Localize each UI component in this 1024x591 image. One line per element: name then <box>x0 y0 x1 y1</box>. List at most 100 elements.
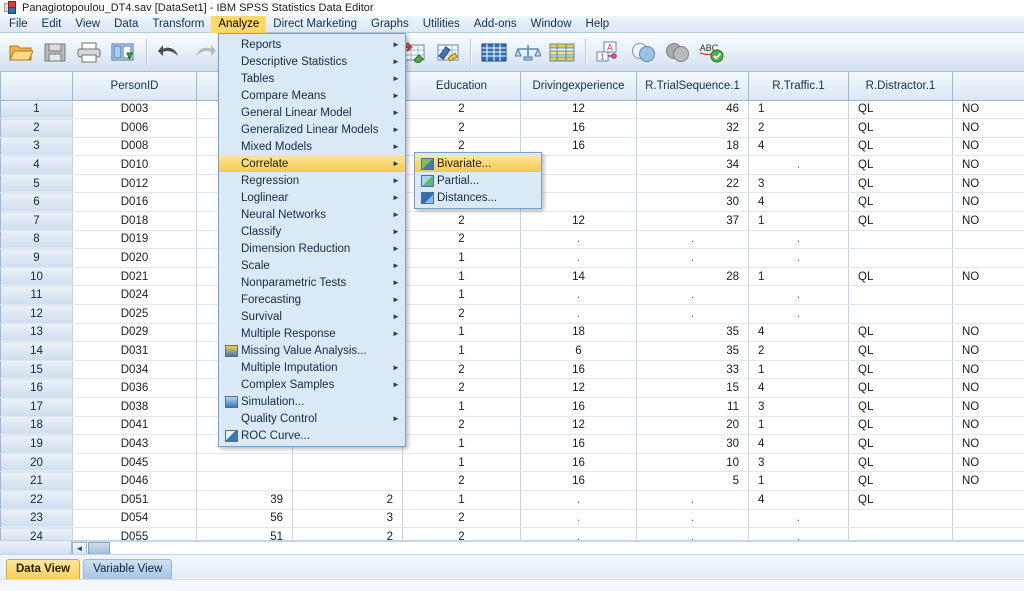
cell-personid[interactable]: D029 <box>72 323 197 343</box>
row-number[interactable]: 4 <box>0 155 73 175</box>
cell-trial[interactable]: 20 <box>636 416 749 436</box>
cell-personid[interactable]: D046 <box>72 471 197 491</box>
cell-traffic[interactable]: . <box>748 155 849 175</box>
cell-traffic[interactable]: 4 <box>748 378 849 398</box>
row-number[interactable]: 7 <box>0 211 73 231</box>
table-row[interactable]: 10 D021 1 14 28 1 QL NO <box>0 267 1024 287</box>
cell-personid[interactable]: D016 <box>72 192 197 213</box>
cell-traffic[interactable]: 1 <box>748 416 849 436</box>
analyze-menu-item-mixed-models[interactable]: Mixed Models ► <box>219 138 405 155</box>
row-number[interactable]: 23 <box>0 509 73 529</box>
menu-data[interactable]: Data <box>107 16 145 33</box>
analyze-menu-item-survival[interactable]: Survival ► <box>219 308 405 325</box>
select-cases-icon[interactable] <box>546 37 578 68</box>
cell-education[interactable]: 1 <box>402 490 521 510</box>
cell-driving[interactable]: . <box>520 527 637 540</box>
analyze-menu-item-compare-means[interactable]: Compare Means ► <box>219 87 405 104</box>
analyze-menu-item-descriptive-statistics[interactable]: Descriptive Statistics ► <box>219 53 405 70</box>
split-file-icon[interactable] <box>478 37 510 68</box>
cell-education[interactable]: 1 <box>402 285 521 306</box>
cell-distractor[interactable] <box>848 230 953 250</box>
analyze-menu-item-multiple-response[interactable]: Multiple Response ► <box>219 325 405 342</box>
cell-distractor[interactable]: QL <box>848 360 953 380</box>
show-all-variables-icon[interactable] <box>661 37 693 68</box>
cell-age[interactable] <box>196 471 293 491</box>
cell-last[interactable] <box>952 285 1024 306</box>
column-header-extra[interactable] <box>952 72 1024 101</box>
correlate-submenu[interactable]: Bivariate... Partial... Distances... <box>414 152 542 209</box>
table-row[interactable]: 15 D034 2 16 33 1 QL NO <box>0 360 1024 380</box>
cell-distractor[interactable]: QL <box>848 323 953 343</box>
correlate-menu-item-partial[interactable]: Partial... <box>415 172 541 189</box>
cell-traffic[interactable]: 2 <box>748 341 849 361</box>
use-variable-sets-icon[interactable] <box>627 37 659 68</box>
tab-data-view[interactable]: Data View <box>6 559 81 580</box>
cell-trial[interactable]: . <box>636 248 749 268</box>
cell-trial[interactable]: 46 <box>636 100 749 120</box>
cell-personid[interactable]: D038 <box>72 397 197 417</box>
tab-variable-view[interactable]: Variable View <box>83 559 173 580</box>
table-row[interactable]: 23 D054 56 3 2... <box>0 509 1024 529</box>
analyze-menu-item-general-linear-model[interactable]: General Linear Model ► <box>219 104 405 121</box>
analyze-menu-item-nonparametric-tests[interactable]: Nonparametric Tests ► <box>219 274 405 291</box>
cell-traffic[interactable]: 4 <box>748 490 849 510</box>
cell-education[interactable]: 2 <box>402 230 521 250</box>
cell-last[interactable]: NO <box>952 267 1024 287</box>
cell-driving[interactable]: 12 <box>520 100 637 120</box>
cell-education[interactable]: 1 <box>402 397 521 417</box>
column-header-traffic[interactable]: R.Traffic.1 <box>748 72 849 101</box>
table-row[interactable]: 7 D018 2 12 37 1 QL NO <box>0 211 1024 231</box>
analyze-menu-item-dimension-reduction[interactable]: Dimension Reduction ► <box>219 240 405 257</box>
cell-trial[interactable]: 35 <box>636 323 749 343</box>
cell-personid[interactable]: D055 <box>72 527 197 540</box>
cell-traffic[interactable]: 1 <box>748 267 849 287</box>
analyze-menu-item-quality-control[interactable]: Quality Control ► <box>219 410 405 427</box>
cell-personid[interactable]: D045 <box>72 453 197 473</box>
cell-personid[interactable]: D008 <box>72 137 197 157</box>
menu-direct-marketing[interactable]: Direct Marketing <box>266 16 364 33</box>
table-row[interactable]: 20 D045 1 16 10 3 QL NO <box>0 453 1024 473</box>
cell-distractor[interactable]: QL <box>848 378 953 398</box>
analyze-menu-item-reports[interactable]: Reports ► <box>219 36 405 53</box>
cell-education[interactable]: 2 <box>402 471 521 491</box>
cell-distractor[interactable] <box>848 527 953 540</box>
cell-trial[interactable]: 33 <box>636 360 749 380</box>
cell-traffic[interactable]: . <box>748 509 849 529</box>
cell-trial[interactable]: . <box>636 230 749 250</box>
scrollbar-thumb[interactable] <box>88 541 110 555</box>
column-header-education[interactable]: Education <box>402 72 521 101</box>
cell-personid[interactable]: D020 <box>72 248 197 268</box>
cell-driving[interactable]: . <box>520 509 637 529</box>
menu-edit[interactable]: Edit <box>35 16 69 33</box>
cell-education[interactable]: 2 <box>402 304 521 324</box>
cell-trial[interactable]: 28 <box>636 267 749 287</box>
cell-distractor[interactable]: QL <box>848 100 953 120</box>
cell-trial[interactable]: . <box>636 285 749 306</box>
analyze-menu-item-roc-curve[interactable]: ROC Curve... <box>219 427 405 444</box>
cell-age[interactable]: 56 <box>196 509 293 529</box>
cell-last[interactable]: NO <box>952 174 1024 194</box>
cell-gender[interactable] <box>292 453 403 473</box>
table-row[interactable]: 13 D029 1 18 35 4 QL NO <box>0 323 1024 343</box>
cell-last[interactable] <box>952 230 1024 250</box>
cell-education[interactable]: 2 <box>402 527 521 540</box>
cell-trial[interactable]: 11 <box>636 397 749 417</box>
row-number[interactable]: 15 <box>0 360 73 380</box>
horizontal-scrollbar[interactable]: ◄ <box>0 540 1024 555</box>
cell-education[interactable]: 1 <box>402 248 521 268</box>
menu-view[interactable]: View <box>68 16 107 33</box>
cell-distractor[interactable] <box>848 304 953 324</box>
cell-trial[interactable]: 15 <box>636 378 749 398</box>
menu-graphs[interactable]: Graphs <box>364 16 416 33</box>
cell-distractor[interactable]: QL <box>848 211 953 231</box>
scroll-left-arrow[interactable]: ◄ <box>72 541 87 555</box>
menu-help[interactable]: Help <box>579 16 617 33</box>
cell-distractor[interactable]: QL <box>848 118 953 138</box>
cell-education[interactable]: 2 <box>402 416 521 436</box>
cell-distractor[interactable]: QL <box>848 471 953 491</box>
cell-last[interactable]: NO <box>952 397 1024 417</box>
analyze-menu-item-correlate[interactable]: Correlate ► <box>219 155 405 172</box>
table-row[interactable]: 1 D003 2 12 46 1 QL NO <box>0 100 1024 120</box>
cell-traffic[interactable]: 4 <box>748 137 849 157</box>
table-row[interactable]: 12 D025 2... <box>0 304 1024 324</box>
